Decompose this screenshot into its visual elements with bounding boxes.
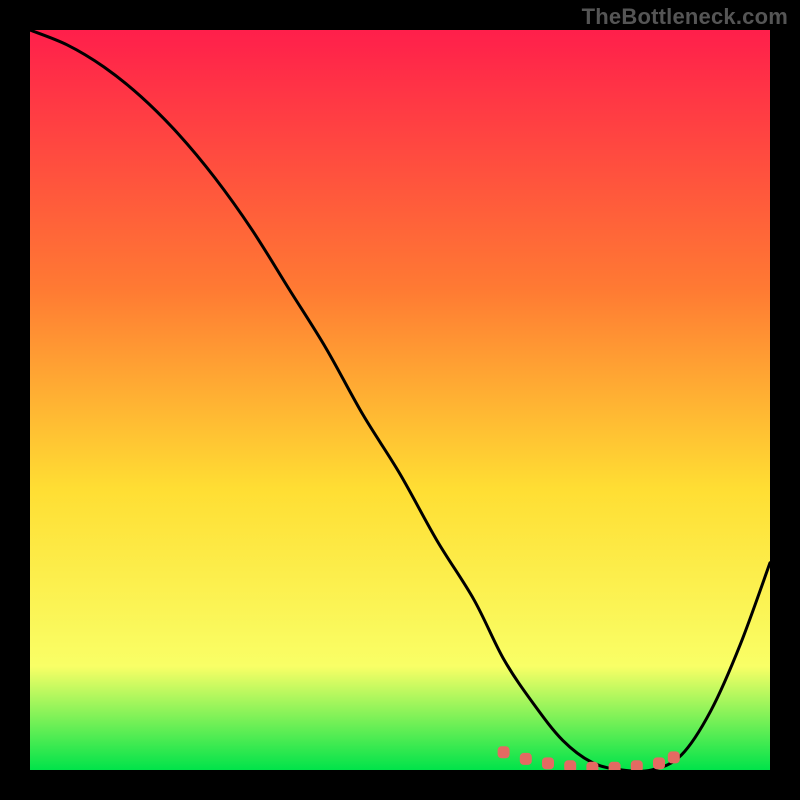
bead — [586, 762, 598, 770]
bead — [609, 762, 621, 770]
bead — [631, 760, 643, 770]
bead — [498, 746, 510, 758]
bead — [564, 760, 576, 770]
chart-svg — [30, 30, 770, 770]
gradient-background — [30, 30, 770, 770]
plot-area — [30, 30, 770, 770]
chart-frame: TheBottleneck.com — [0, 0, 800, 800]
bead — [653, 757, 665, 769]
bead — [542, 757, 554, 769]
bead — [668, 751, 680, 763]
bead — [520, 753, 532, 765]
watermark-text: TheBottleneck.com — [582, 4, 788, 30]
